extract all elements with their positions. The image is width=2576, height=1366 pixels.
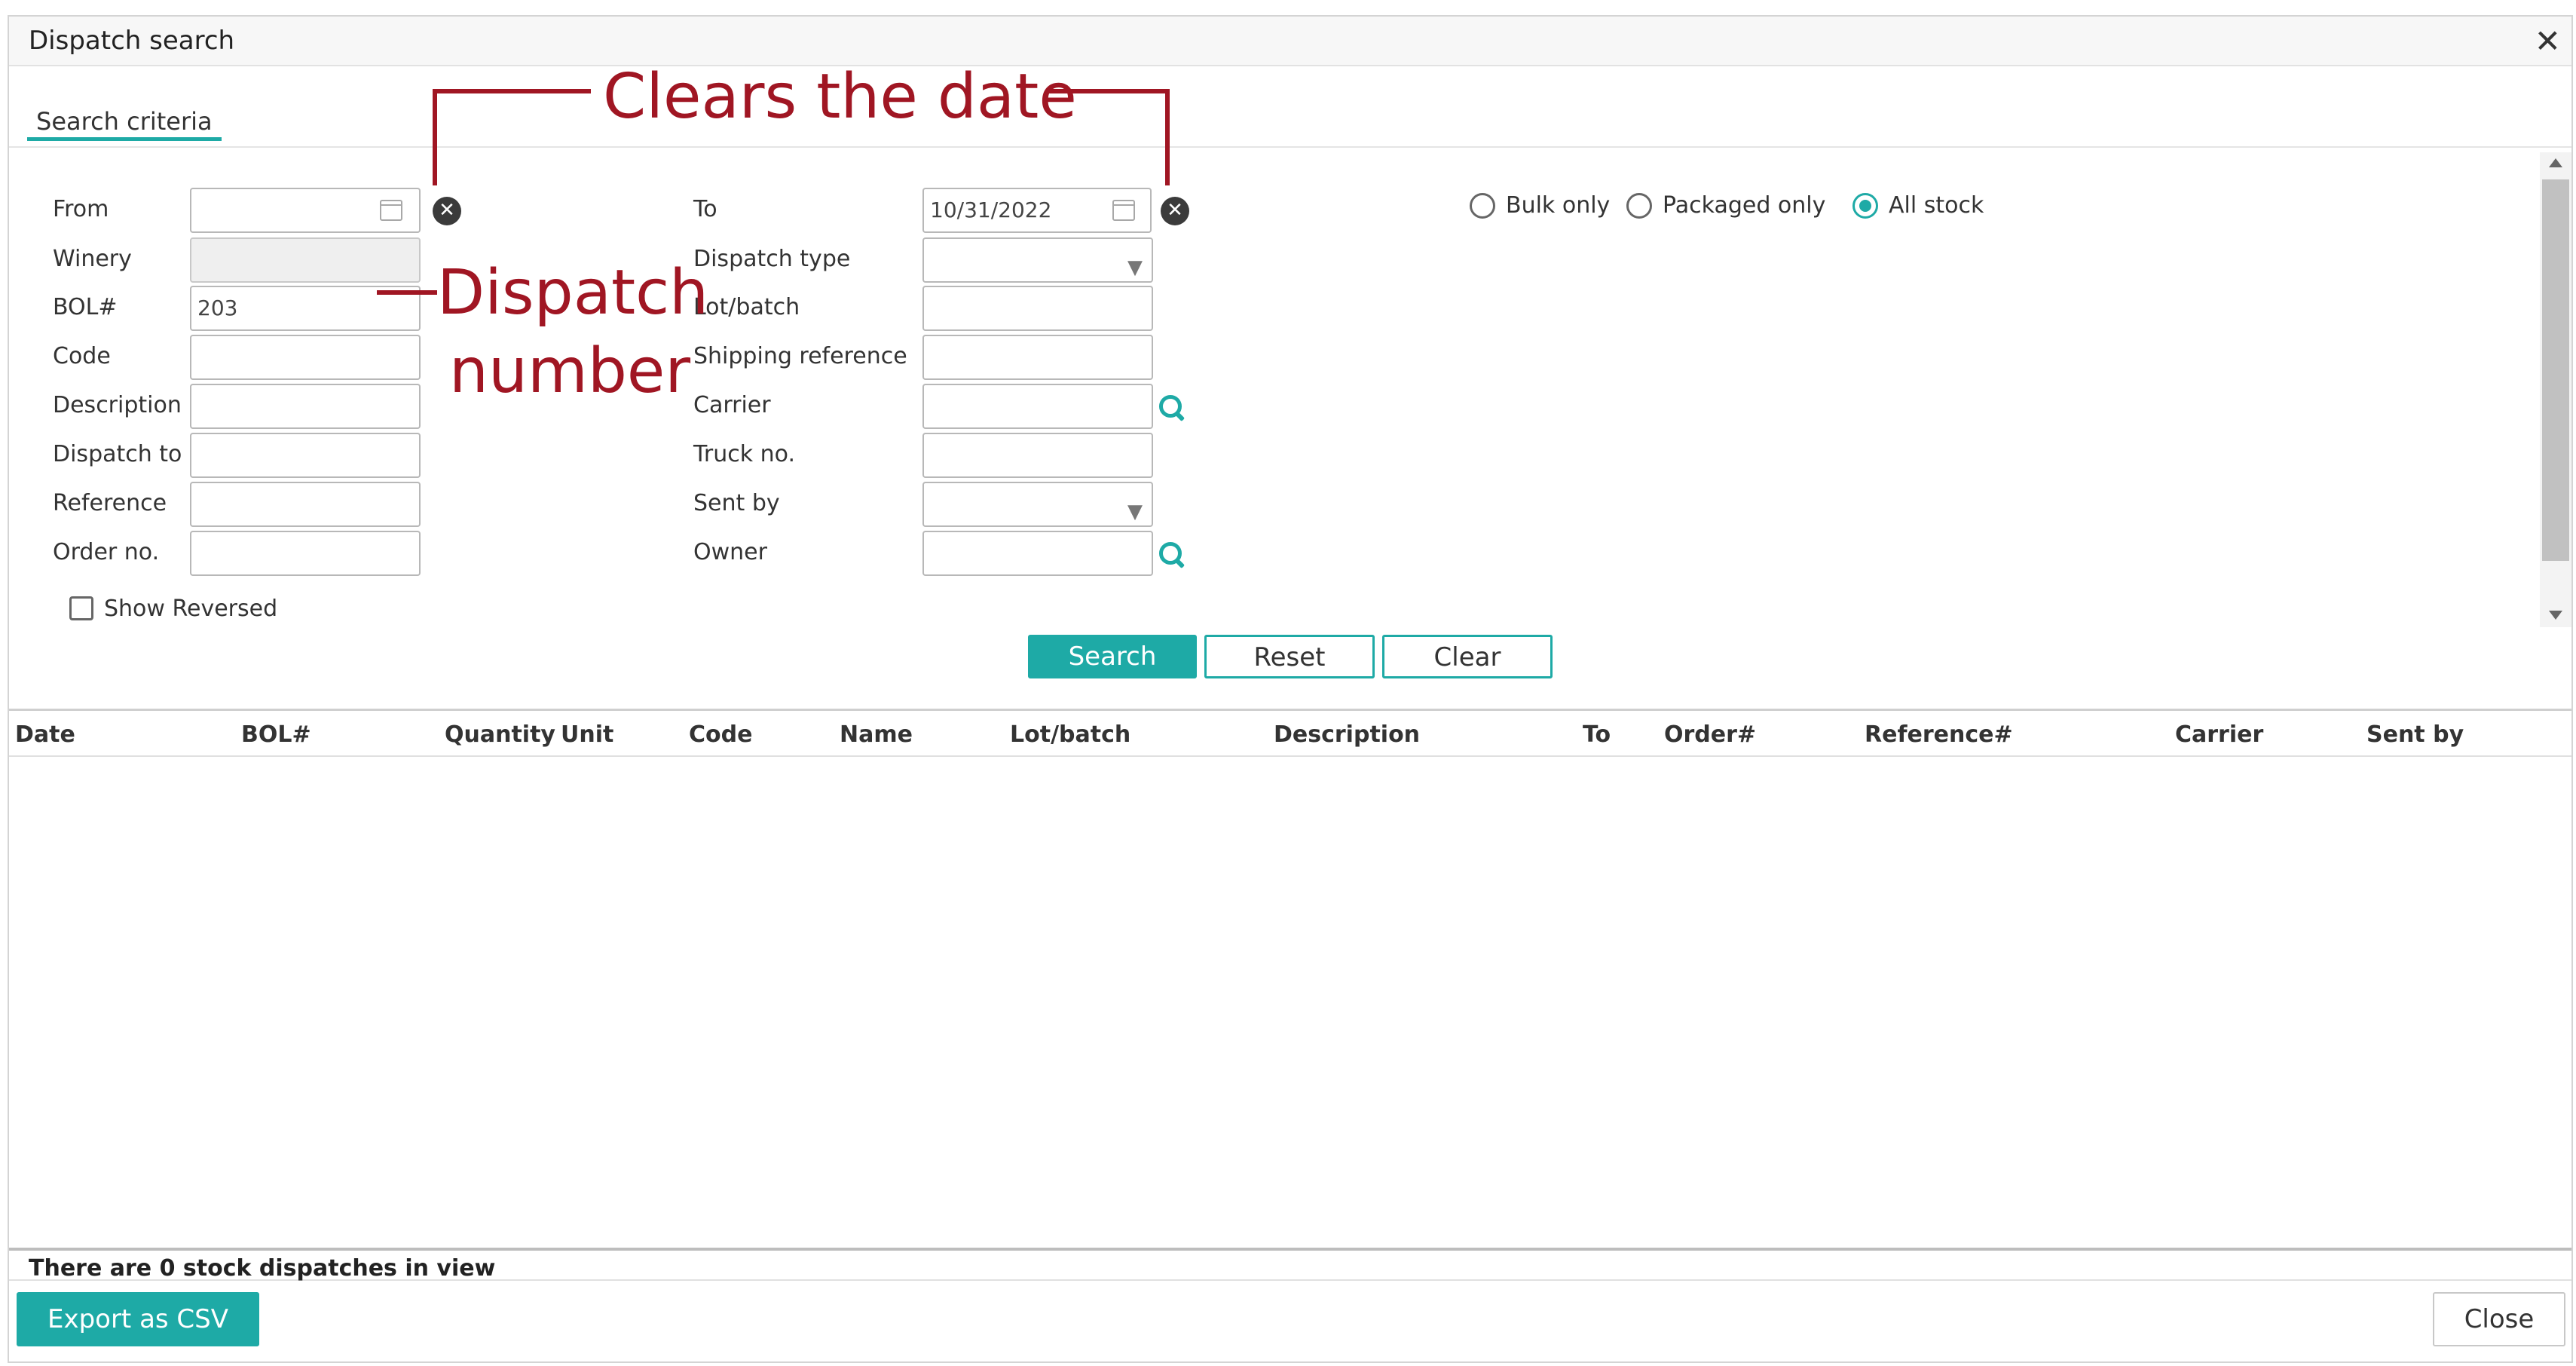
truck-no-label: Truck no. — [693, 441, 796, 467]
column-to[interactable]: To — [1583, 721, 1611, 748]
column-carrier[interactable]: Carrier — [2175, 721, 2263, 748]
show-reversed-label: Show Reversed — [104, 596, 278, 622]
to-label: To — [693, 196, 717, 222]
clear-button[interactable]: Clear — [1382, 635, 1553, 678]
search-icon[interactable] — [1158, 541, 1188, 571]
truck-no-input[interactable] — [922, 433, 1153, 478]
criteria-scrollbar[interactable] — [2540, 152, 2571, 627]
carrier-input[interactable] — [922, 384, 1153, 429]
scroll-down-icon[interactable] — [2549, 611, 2562, 620]
sent-by-select[interactable]: ▼ — [922, 482, 1153, 527]
clear-from-date-icon[interactable]: ✕ — [433, 197, 461, 225]
dispatch-type-label: Dispatch type — [693, 246, 851, 272]
reference-label: Reference — [53, 490, 167, 516]
radio-packaged-only[interactable] — [1626, 193, 1652, 219]
search-criteria-panel: From ✕ Winery BOL# 203 Code Description … — [9, 149, 2541, 632]
search-button[interactable]: Search — [1028, 635, 1197, 678]
bol-label: BOL# — [53, 294, 118, 320]
column-unit[interactable]: Unit — [561, 721, 613, 748]
code-input[interactable] — [190, 335, 421, 380]
radio-bulk-only[interactable] — [1470, 193, 1495, 219]
clear-to-date-icon[interactable]: ✕ — [1161, 197, 1189, 225]
scroll-thumb[interactable] — [2542, 179, 2569, 561]
chevron-down-icon: ▼ — [1127, 501, 1143, 523]
bulk-only-label: Bulk only — [1506, 192, 1611, 219]
dispatch-to-label: Dispatch to — [53, 441, 182, 467]
shipping-reference-label: Shipping reference — [693, 343, 907, 369]
column-date[interactable]: Date — [15, 721, 75, 748]
dispatch-type-select[interactable]: ▼ — [922, 237, 1153, 283]
dispatch-to-input[interactable] — [190, 433, 421, 478]
column-description[interactable]: Description — [1274, 721, 1420, 748]
winery-label: Winery — [53, 246, 132, 272]
winery-input — [190, 237, 421, 283]
column-quantity[interactable]: Quantity — [445, 721, 555, 748]
owner-label: Owner — [693, 539, 767, 565]
scroll-up-icon[interactable] — [2549, 158, 2562, 167]
lot-batch-label: Lot/batch — [693, 294, 800, 320]
description-input[interactable] — [190, 384, 421, 429]
annotation-line — [433, 89, 591, 93]
search-icon[interactable] — [1158, 394, 1188, 424]
dialog-title: Dispatch search — [29, 26, 235, 56]
column-code[interactable]: Code — [689, 721, 752, 748]
lot-batch-input[interactable] — [922, 286, 1153, 331]
reference-input[interactable] — [190, 482, 421, 527]
all-stock-label: All stock — [1889, 192, 1984, 219]
calendar-icon[interactable] — [380, 197, 402, 221]
from-label: From — [53, 196, 109, 222]
annotation-line — [1046, 89, 1170, 93]
order-no-label: Order no. — [53, 539, 160, 565]
close-button[interactable]: Close — [2433, 1292, 2565, 1346]
column-bol[interactable]: BOL# — [241, 721, 311, 748]
results-grid-header: Date BOL# Quantity Unit Code Name Lot/ba… — [9, 709, 2571, 757]
results-grid-body — [9, 757, 2571, 1262]
sent-by-label: Sent by — [693, 490, 780, 516]
show-reversed-checkbox[interactable] — [69, 596, 93, 620]
annotation-clears-date: Clears the date — [603, 61, 1077, 133]
chevron-down-icon: ▼ — [1127, 256, 1143, 279]
shipping-reference-input[interactable] — [922, 335, 1153, 380]
status-bar: There are 0 stock dispatches in view — [9, 1248, 2571, 1282]
tab-bar: Search criteria — [9, 66, 2571, 148]
description-label: Description — [53, 392, 182, 418]
order-no-input[interactable] — [190, 531, 421, 576]
annotation-line — [377, 290, 437, 295]
code-label: Code — [53, 343, 111, 369]
annotation-line — [433, 89, 437, 185]
calendar-icon[interactable] — [1112, 197, 1135, 221]
annotation-line — [1165, 89, 1170, 185]
carrier-label: Carrier — [693, 392, 771, 418]
export-csv-button[interactable]: Export as CSV — [17, 1292, 259, 1346]
owner-input[interactable] — [922, 531, 1153, 576]
annotation-number: number — [449, 335, 691, 407]
column-lot-batch[interactable]: Lot/batch — [1010, 721, 1130, 748]
column-name[interactable]: Name — [840, 721, 913, 748]
dialog-titlebar: Dispatch search ✕ — [9, 17, 2571, 66]
radio-all-stock[interactable] — [1852, 193, 1878, 219]
column-sent-by[interactable]: Sent by — [2366, 721, 2464, 748]
reset-button[interactable]: Reset — [1204, 635, 1375, 678]
packaged-only-label: Packaged only — [1663, 192, 1826, 219]
status-text: There are 0 stock dispatches in view — [29, 1255, 496, 1282]
annotation-dispatch: Dispatch — [437, 257, 709, 329]
dispatch-search-dialog: Dispatch search ✕ Search criteria From ✕… — [8, 15, 2573, 1363]
close-icon[interactable]: ✕ — [2535, 24, 2561, 59]
tab-search-criteria[interactable]: Search criteria — [27, 107, 222, 141]
column-order[interactable]: Order# — [1664, 721, 1756, 748]
column-reference[interactable]: Reference# — [1865, 721, 2013, 748]
